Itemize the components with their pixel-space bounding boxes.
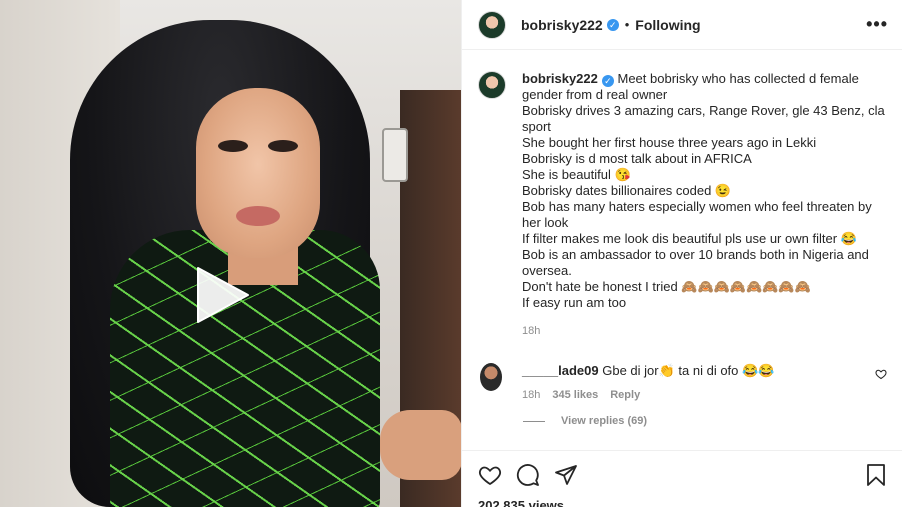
avatar[interactable] [480, 363, 502, 391]
comment-item: _____lade09 Gbe di jor👏 ta ni di ofo 😂😂 … [478, 363, 887, 401]
subject-hand [380, 410, 461, 480]
avatar[interactable] [478, 10, 506, 39]
caption-line: Bobrisky is d most talk about in AFRICA [522, 151, 752, 166]
caption-line: Bobrisky drives 3 amazing cars, Range Ro… [522, 103, 885, 134]
caption-timestamp[interactable]: 18h [522, 323, 887, 339]
avatar[interactable] [478, 71, 506, 99]
view-replies-button[interactable]: View replies (69) [523, 415, 887, 427]
caption-line: She is beautiful 😘 [522, 167, 631, 182]
subject-eye [218, 140, 248, 152]
following-button[interactable]: Following [635, 17, 700, 33]
comment-likes[interactable]: 345 likes [552, 389, 598, 401]
heart-icon[interactable] [478, 463, 502, 487]
caption-line: Bob is an ambassador to over 10 brands b… [522, 247, 869, 278]
reply-button[interactable]: Reply [610, 389, 640, 401]
caption-line: She bought her first house three years a… [522, 135, 817, 150]
comment-timestamp[interactable]: 18h [522, 389, 540, 401]
caption-line: Bob has many haters especially women who… [522, 199, 872, 230]
separator-dot: • [624, 17, 630, 32]
post-caption: bobrisky222 ✓ Meet bobrisky who has colle… [478, 71, 887, 339]
like-comment-heart-icon[interactable] [875, 367, 887, 385]
post-panel: bobrisky222 ✓ • Following ••• bobrisky22… [461, 0, 902, 507]
play-button[interactable] [190, 263, 254, 327]
comment-username[interactable]: _____lade09 [522, 363, 599, 378]
comments-section[interactable]: bobrisky222 ✓ Meet bobrisky who has colle… [462, 51, 902, 451]
post-header: bobrisky222 ✓ • Following ••• [462, 0, 902, 50]
comment-icon[interactable] [516, 463, 540, 487]
bookmark-icon[interactable] [865, 463, 887, 487]
share-icon[interactable] [554, 463, 578, 487]
view-count[interactable]: 202,835 views [478, 498, 564, 507]
subject-face [196, 88, 320, 258]
view-replies-label: View replies (69) [561, 415, 648, 427]
caption-line: If filter makes me look dis beautiful pl… [522, 231, 857, 246]
verified-icon: ✓ [601, 75, 614, 87]
subject-eye [268, 140, 298, 152]
verified-icon: ✓ [606, 18, 619, 31]
post-video[interactable] [0, 0, 461, 507]
subject-lips [236, 206, 280, 226]
action-bar [462, 450, 902, 498]
play-icon [197, 267, 249, 323]
replies-divider [523, 420, 545, 422]
caption-line: Don't hate be honest I tried 🙈🙈🙈🙈🙈🙈🙈🙈 [522, 279, 811, 294]
header-username[interactable]: bobrisky222 [521, 17, 603, 33]
caption-line: Bobrisky dates billionaires coded 😉 [522, 183, 732, 198]
comment-text: Gbe di jor👏 ta ni di ofo 😂😂 [602, 363, 775, 378]
caption-line: If easy run am too [522, 295, 627, 310]
more-options-icon[interactable]: ••• [866, 14, 888, 35]
caption-username[interactable]: bobrisky222 [522, 71, 598, 86]
wall-lamp [382, 128, 408, 182]
